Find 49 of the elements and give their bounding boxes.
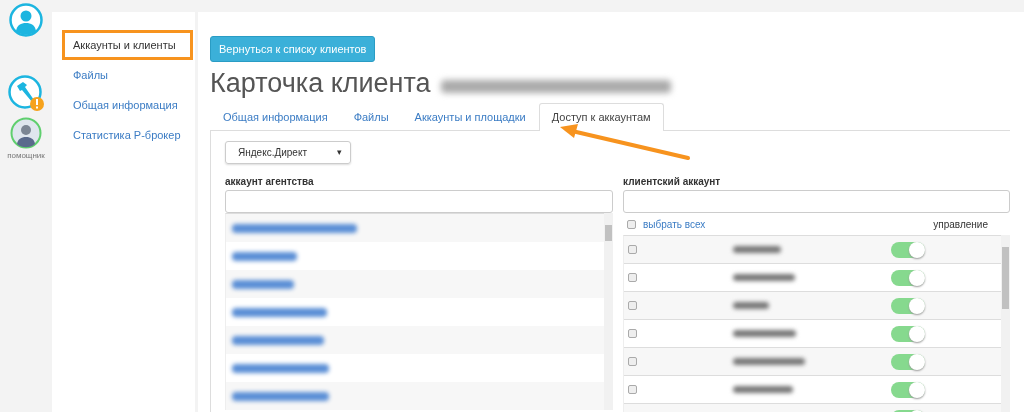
checkbox[interactable] <box>628 385 637 394</box>
select-all-link[interactable]: выбрать всех <box>643 218 706 230</box>
checkbox[interactable] <box>628 273 637 282</box>
list-item[interactable] <box>226 270 604 298</box>
assistant-label: помощник <box>7 151 45 160</box>
tab[interactable]: Общая информация <box>210 103 341 131</box>
checkbox[interactable] <box>628 301 637 310</box>
blurred-text <box>733 358 805 365</box>
tab[interactable]: Доступ к аккаунтам <box>538 103 664 131</box>
search-field[interactable] <box>225 190 613 213</box>
scrollbar[interactable] <box>1001 235 1010 412</box>
blurred-text <box>232 251 297 261</box>
blurred-text <box>733 246 781 253</box>
checkbox[interactable] <box>628 329 637 338</box>
checkbox[interactable] <box>628 357 637 366</box>
assistant-avatar-icon[interactable] <box>10 117 42 149</box>
list-item[interactable] <box>226 382 604 410</box>
toggle-switch[interactable] <box>891 297 925 314</box>
column-header: управление <box>933 218 988 230</box>
back-button[interactable]: Вернуться к списку клиентов <box>210 36 376 62</box>
checkbox[interactable] <box>627 219 636 229</box>
tab[interactable]: Аккаунты и площадки <box>401 103 539 131</box>
toggle-switch[interactable] <box>891 269 925 286</box>
hammer-icon[interactable] <box>7 75 45 112</box>
blurred-text <box>733 302 769 309</box>
search-field[interactable] <box>623 190 1010 213</box>
column-label: аккаунт агентства <box>225 176 315 187</box>
toggle-switch[interactable] <box>891 353 925 370</box>
system-select[interactable]: Яндекс.Директ ▾ <box>225 141 351 164</box>
sidebar-item[interactable]: Статистика Р-брокер <box>62 120 193 150</box>
toggle-switch[interactable] <box>891 325 925 342</box>
caret-icon: ▾ <box>336 147 342 158</box>
sidebar-item[interactable]: Общая информация <box>62 90 193 120</box>
column-label: клиентский аккаунт <box>623 176 722 187</box>
blurred-text <box>733 386 793 393</box>
blurred-text <box>733 274 795 281</box>
tab[interactable]: Файлы <box>340 103 402 131</box>
toggle-switch[interactable] <box>891 241 925 258</box>
list-item[interactable] <box>226 214 604 242</box>
checkbox[interactable] <box>628 245 637 254</box>
user-icon[interactable] <box>9 3 43 37</box>
blurred-text <box>232 279 294 289</box>
list-item[interactable] <box>226 326 604 354</box>
toggle-switch[interactable] <box>891 381 925 398</box>
scrollbar[interactable] <box>604 213 613 410</box>
sidebar-item[interactable]: Файлы <box>62 60 193 90</box>
blurred-text <box>733 330 796 337</box>
page-title: Карточка клиента <box>210 68 431 99</box>
sidebar-item[interactable]: Аккаунты и клиенты <box>62 30 193 60</box>
